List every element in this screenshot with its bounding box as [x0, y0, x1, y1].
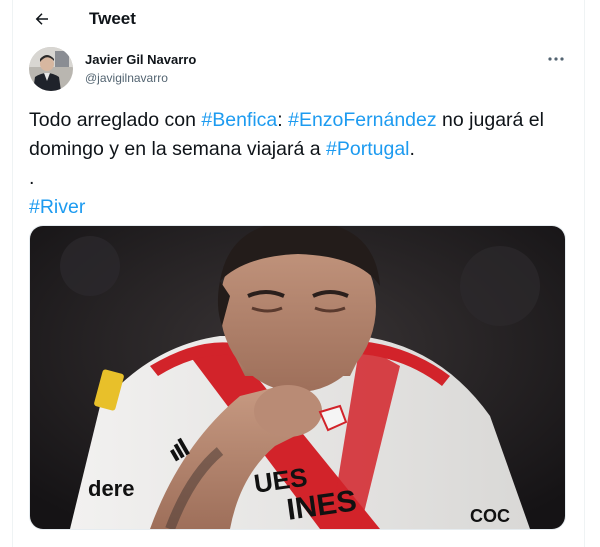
hashtag-river[interactable]: #River	[29, 196, 85, 218]
hashtag-benfica[interactable]: #Benfica	[201, 109, 277, 131]
tweet-text-segment: .	[409, 138, 415, 160]
back-button[interactable]	[25, 2, 59, 36]
jersey-text: COC	[470, 506, 510, 526]
page-header: Tweet	[13, 0, 584, 38]
page-title: Tweet	[89, 9, 136, 28]
tweet-page: Tweet Javier Gil Navarro @javigilnavarro	[0, 0, 600, 547]
tweet-media-photo[interactable]: UES INES dere COC	[29, 225, 566, 530]
tweet-author: Javier Gil Navarro @javigilnavarro	[29, 45, 569, 93]
tweet-text: Todo arreglado con #Benfica: #EnzoFernán…	[29, 106, 574, 222]
more-options-button[interactable]	[543, 49, 569, 69]
arrow-left-icon	[35, 13, 48, 25]
jersey-text: dere	[88, 476, 134, 501]
author-display-name[interactable]: Javier Gil Navarro	[85, 51, 196, 69]
tweet-text-dot: .	[29, 167, 35, 189]
player-photo: UES INES dere COC	[30, 226, 565, 529]
avatar[interactable]	[29, 47, 73, 91]
avatar-photo	[29, 47, 73, 91]
hashtag-portugal[interactable]: #Portugal	[326, 138, 409, 160]
tweet-text-segment: Todo arreglado con	[29, 109, 202, 131]
hashtag-enzo-fernandez[interactable]: #EnzoFernández	[288, 109, 437, 131]
more-horizontal-icon	[548, 57, 564, 61]
tweet-text-segment: :	[277, 109, 289, 131]
author-handle[interactable]: @javigilnavarro	[85, 69, 196, 87]
right-column-divider	[584, 0, 585, 547]
left-column-divider	[12, 0, 13, 547]
author-names: Javier Gil Navarro @javigilnavarro	[85, 51, 196, 87]
